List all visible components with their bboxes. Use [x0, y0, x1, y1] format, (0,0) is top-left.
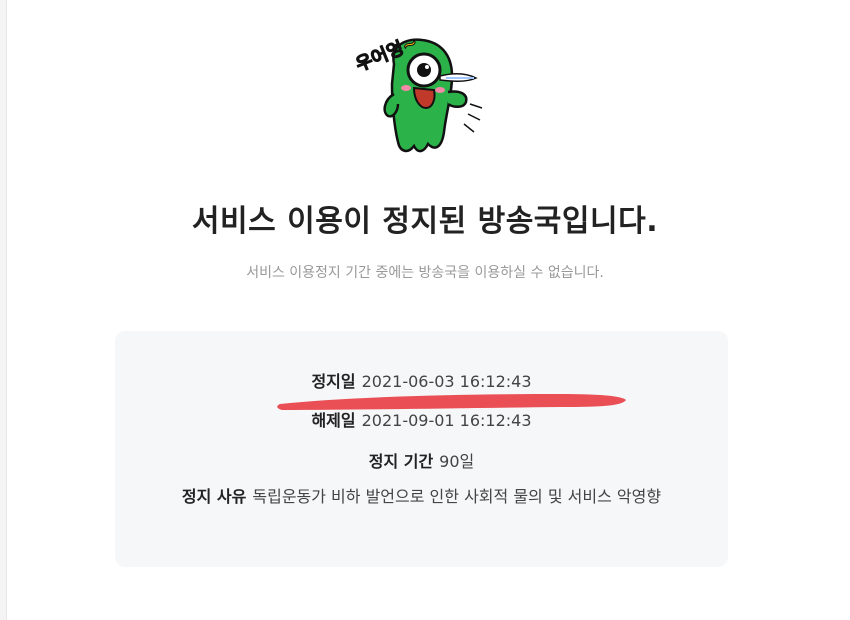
release-date-row: 해제일 2021-09-01 16:12:43	[115, 407, 728, 431]
page-title: 서비스 이용이 정지된 방송국입니다.	[191, 204, 659, 239]
release-date-label: 해제일	[311, 411, 356, 430]
suspended-date-row: 정지일 2021-06-03 16:12:43	[115, 368, 728, 392]
page-left-edge	[0, 0, 7, 620]
suspended-station-page: 우어엉~ 서비스 이용이 정지된 방송국입니다. 서비스 이용정지 기간 중에는…	[0, 0, 850, 620]
suspension-reason-label: 정지 사유	[181, 487, 247, 506]
suspended-date-label: 정지일	[311, 372, 356, 391]
release-date-value: 2021-09-01 16:12:43	[361, 411, 532, 430]
crying-green-monster-icon: 우어엉~	[352, 32, 483, 153]
page-subtitle: 서비스 이용정지 기간 중에는 방송국을 이용하실 수 없습니다.	[246, 265, 604, 281]
suspension-info-box: 정지일 2021-06-03 16:12:43 해제일 2021-09-01 16:…	[115, 331, 728, 567]
suspension-period-value: 90일	[439, 452, 475, 471]
suspended-date-value: 2021-06-03 16:12:43	[361, 372, 532, 391]
suspension-period-row: 정지 기간 90일	[115, 448, 728, 472]
suspension-reason-row: 정지 사유 독립운동가 비하 발언으로 인한 사회적 물의 및 서비스 악영향	[151, 486, 692, 508]
suspension-reason-value: 독립운동가 비하 발언으로 인한 사회적 물의 및 서비스 악영향	[252, 487, 662, 506]
suspension-period-label: 정지 기간	[368, 452, 434, 471]
